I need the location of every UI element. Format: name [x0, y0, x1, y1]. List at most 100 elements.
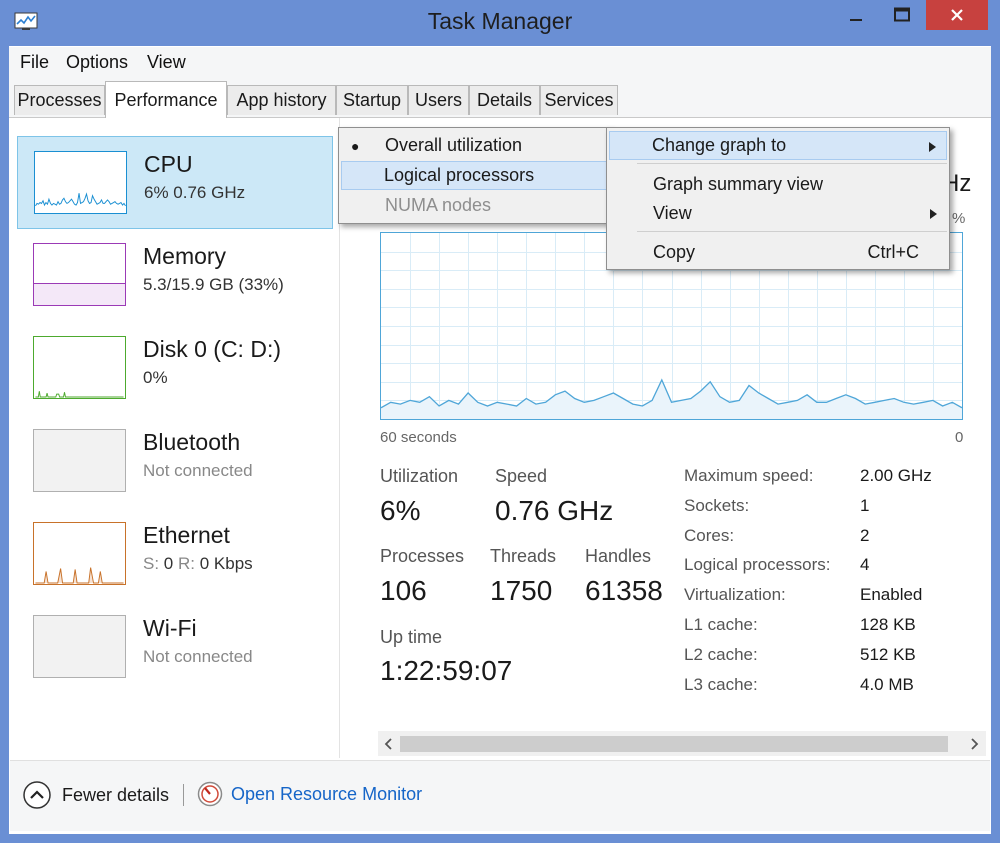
chevron-left-icon: [384, 738, 392, 750]
handles-value: 61358: [585, 575, 663, 606]
partial-percent-label: %: [952, 210, 966, 227]
resource-name: Wi-Fi: [143, 615, 197, 641]
utilization-label: Utilization: [380, 466, 459, 486]
spec-value: 128 KB: [860, 615, 916, 634]
speed-label: Speed: [495, 466, 548, 486]
resource-name: CPU: [144, 151, 193, 177]
resource-item-memory[interactable]: Memory 5.3/15.9 GB (33%): [17, 229, 333, 322]
menu-label: Change graph to: [652, 135, 787, 155]
resource-item-wifi[interactable]: Wi-Fi Not connected: [17, 601, 333, 694]
open-resource-monitor-link[interactable]: Open Resource Monitor: [197, 781, 422, 807]
menu-view[interactable]: View: [147, 52, 186, 73]
menu-label: View: [653, 203, 692, 223]
cpu-thumbnail-graph: [34, 151, 127, 214]
scroll-right-button[interactable]: [966, 735, 982, 753]
menu-copy[interactable]: Copy Ctrl+C: [609, 238, 947, 267]
bluetooth-thumbnail-graph: [33, 429, 126, 492]
resource-name: Disk 0 (C: D:): [143, 336, 281, 362]
submenu-logical-processors[interactable]: Logical processors: [341, 161, 607, 190]
menu-view[interactable]: View: [609, 199, 947, 228]
threads-value: 1750: [490, 575, 553, 606]
tab-processes[interactable]: Processes: [14, 85, 105, 115]
submenu-label: NUMA nodes: [385, 195, 492, 215]
submenu-arrow-icon: [929, 142, 936, 152]
spec-value: 2.00 GHz: [860, 466, 932, 485]
receive-value: 0 Kbps: [199, 554, 253, 573]
processes-label: Processes: [380, 546, 465, 566]
menu-graph-summary-view[interactable]: Graph summary view: [609, 170, 947, 199]
menu-file[interactable]: File: [20, 52, 49, 73]
threads-label: Threads: [490, 546, 557, 566]
menu-separator: [637, 163, 947, 164]
submenu-overall-utilization[interactable]: ● Overall utilization: [341, 131, 607, 160]
submenu-arrow-icon: [930, 209, 937, 219]
maximize-button[interactable]: [879, 0, 925, 30]
wifi-thumbnail-graph: [33, 615, 126, 678]
minimize-icon: [850, 19, 862, 21]
selected-bullet-icon: ●: [351, 137, 360, 154]
resource-item-cpu[interactable]: CPU 6% 0.76 GHz: [17, 136, 333, 229]
spec-value: 4: [860, 555, 870, 575]
menu-label: Graph summary view: [653, 174, 824, 194]
spec-label: Sockets:: [684, 495, 750, 515]
send-label: S:: [143, 554, 164, 573]
resource-detail: Not connected: [143, 461, 253, 480]
spec-label: Logical processors:: [684, 555, 831, 575]
spec-value: 4.0 MB: [860, 674, 914, 694]
menu-label: Copy: [653, 242, 696, 262]
menu-change-graph-to[interactable]: Change graph to: [609, 131, 947, 160]
tab-startup[interactable]: Startup: [336, 85, 408, 115]
menu-separator: [637, 231, 947, 232]
spec-value: 1: [860, 495, 870, 515]
close-icon: [951, 9, 963, 21]
spec-label: Virtualization:: [684, 585, 786, 605]
minimize-button[interactable]: [833, 0, 879, 30]
uptime-label: Up time: [380, 627, 443, 647]
uptime-value: 1:22:59:07: [380, 655, 513, 686]
receive-label: R:: [173, 554, 200, 573]
graph-context-menu: Change graph to Graph summary view View …: [606, 127, 950, 270]
resource-name: Memory: [143, 243, 227, 269]
resource-detail: 0%: [143, 368, 168, 387]
spec-label: L3 cache:: [684, 674, 758, 694]
tab-users[interactable]: Users: [408, 85, 469, 115]
maximize-icon: [894, 7, 910, 22]
ethernet-thumbnail-graph: [33, 522, 126, 585]
resource-detail: 6% 0.76 GHz: [144, 183, 246, 202]
fewer-details-button[interactable]: Fewer details: [22, 780, 169, 810]
tab-app-history[interactable]: App history: [227, 85, 336, 115]
scrollbar-thumb[interactable]: [400, 736, 948, 752]
resource-detail: S: 0 R: 0 Kbps: [143, 554, 253, 574]
utilization-value: 6%: [380, 495, 421, 526]
tab-details[interactable]: Details: [469, 85, 540, 115]
resource-item-bluetooth[interactable]: Bluetooth Not connected: [17, 415, 333, 508]
fewer-details-label: Fewer details: [62, 784, 170, 805]
spec-value: 2: [860, 525, 870, 545]
tab-performance[interactable]: Performance: [105, 81, 227, 118]
submenu-label: Overall utilization: [385, 135, 523, 155]
chevron-right-icon: [971, 738, 979, 750]
speed-value: 0.76 GHz: [495, 495, 614, 526]
graph-time-end-label: 0: [955, 429, 964, 446]
spec-label: L1 cache:: [684, 615, 758, 634]
resource-item-disk[interactable]: Disk 0 (C: D:) 0%: [17, 322, 333, 415]
spec-label: Cores:: [684, 525, 735, 545]
scroll-left-button[interactable]: [381, 735, 397, 753]
submenu-label: Logical processors: [384, 165, 535, 185]
change-graph-submenu: ● Overall utilization Logical processors…: [338, 127, 610, 224]
handles-label: Handles: [585, 546, 652, 566]
resource-name: Ethernet: [143, 522, 230, 548]
menu-options[interactable]: Options: [66, 52, 128, 73]
close-button[interactable]: [926, 0, 988, 30]
copy-shortcut: Ctrl+C: [867, 242, 919, 262]
spec-label: L2 cache:: [684, 644, 758, 664]
tab-services[interactable]: Services: [540, 85, 618, 115]
memory-thumbnail-graph: [33, 243, 126, 306]
resource-item-ethernet[interactable]: Ethernet S: 0 R: 0 Kbps: [17, 508, 333, 601]
chevron-up-circle-icon: [23, 781, 51, 809]
resource-detail: 5.3/15.9 GB (33%): [143, 275, 284, 294]
processes-value: 106: [380, 575, 427, 606]
submenu-numa-nodes: NUMA nodes: [341, 191, 607, 220]
spec-label: Maximum speed:: [684, 466, 814, 485]
disk-thumbnail-graph: [33, 336, 126, 399]
